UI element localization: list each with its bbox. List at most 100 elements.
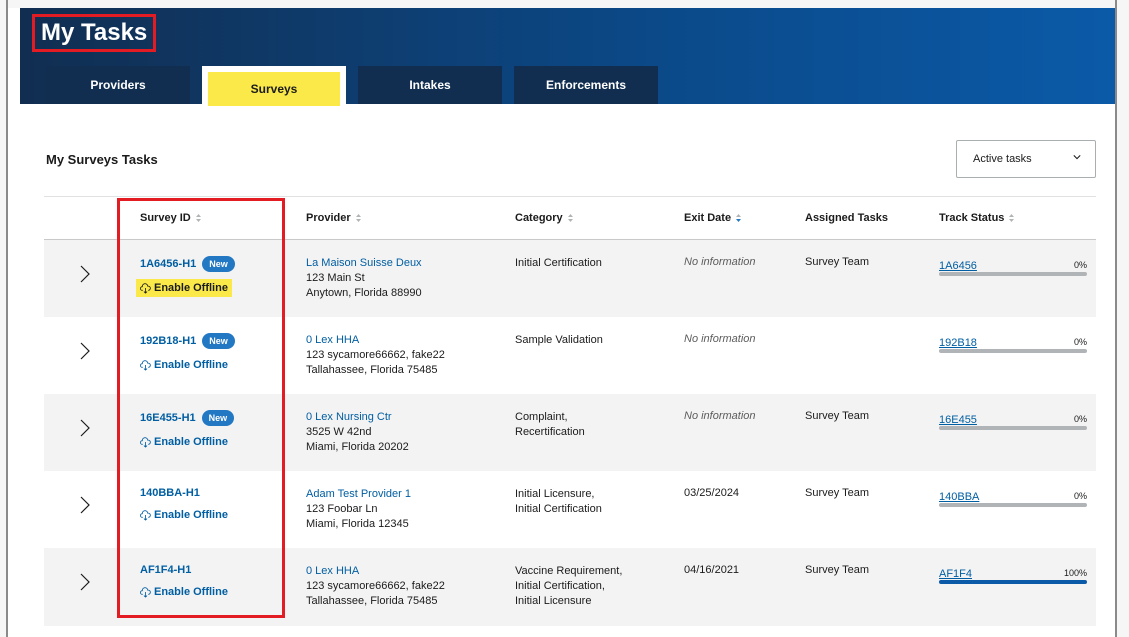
assigned-tasks-cell: Survey Team xyxy=(805,487,869,499)
cloud-download-icon xyxy=(140,509,151,521)
category-cell: Sample Validation xyxy=(515,334,603,346)
chevron-right-icon[interactable] xyxy=(78,495,92,515)
table-row: 16E455-H1 New Enable Offline 0 Lex Nursi… xyxy=(44,394,1096,471)
chevron-right-icon[interactable] xyxy=(78,264,92,284)
provider-address-line1: 123 Foobar Ln xyxy=(306,503,378,515)
assigned-tasks-cell: Survey Team xyxy=(805,564,869,576)
enable-offline-label: Enable Offline xyxy=(154,282,228,294)
provider-name-link[interactable]: 0 Lex Nursing Ctr xyxy=(306,410,409,425)
provider-address-line1: 123 Main St xyxy=(306,272,365,284)
survey-id-link[interactable]: 192B18-H1 xyxy=(140,335,196,347)
provider-address-line2: Tallahassee, Florida 75485 xyxy=(306,595,438,607)
tab-providers[interactable]: Providers xyxy=(46,66,190,104)
survey-id-cell: 192B18-H1 New Enable Offline xyxy=(140,333,235,376)
enable-offline-label: Enable Offline xyxy=(154,436,228,448)
exit-date-cell: 04/16/2021 xyxy=(684,564,740,576)
window-left-edge xyxy=(0,0,8,637)
table-row: 192B18-H1 New Enable Offline 0 Lex HHA 1… xyxy=(44,317,1096,394)
progress-bar xyxy=(939,426,1087,430)
sort-icon xyxy=(355,214,361,222)
progress-bar-fill xyxy=(939,580,1087,584)
tab-surveys-label: Surveys xyxy=(208,72,340,106)
provider-name-link[interactable]: Adam Test Provider 1 xyxy=(306,487,411,502)
survey-id-cell: AF1F4-H1 Enable Offline xyxy=(140,564,232,603)
progress-bar xyxy=(939,503,1087,507)
track-status-link[interactable]: 1A6456 xyxy=(939,260,977,272)
track-percent: 0% xyxy=(1073,414,1087,424)
section-title: My Surveys Tasks xyxy=(46,152,158,167)
surveys-table: Survey ID Provider Category Exit Date As… xyxy=(44,196,1096,626)
provider-cell: La Maison Suisse Deux 123 Main St Anytow… xyxy=(306,256,422,301)
provider-address-line1: 123 sycamore66662, fake22 xyxy=(306,349,445,361)
column-header-provider[interactable]: Provider xyxy=(306,212,362,224)
track-status-link[interactable]: 16E455 xyxy=(939,414,977,426)
progress-bar xyxy=(939,272,1087,276)
provider-cell: 0 Lex Nursing Ctr 3525 W 42nd Miami, Flo… xyxy=(306,410,409,455)
track-percent: 100% xyxy=(1063,568,1087,578)
table-body: 1A6456-H1 New Enable Offline La Maison S… xyxy=(44,240,1096,626)
table-row: AF1F4-H1 Enable Offline 0 Lex HHA 123 sy… xyxy=(44,548,1096,626)
progress-bar xyxy=(939,580,1087,584)
table-row: 140BBA-H1 Enable Offline Adam Test Provi… xyxy=(44,471,1096,548)
column-label: Survey ID xyxy=(140,212,191,224)
column-header-exit-date[interactable]: Exit Date xyxy=(684,212,742,224)
app-window: My Tasks Providers Surveys Intakes Enfor… xyxy=(0,0,1129,637)
track-status-link[interactable]: 192B18 xyxy=(939,337,977,349)
category-cell: Initial Certification xyxy=(515,257,602,269)
enable-offline-button[interactable]: Enable Offline xyxy=(136,356,232,374)
column-header-survey-id[interactable]: Survey ID xyxy=(140,212,202,224)
task-filter-select[interactable]: Active tasks xyxy=(956,140,1096,178)
tab-enforcements[interactable]: Enforcements xyxy=(514,66,658,104)
tab-intakes[interactable]: Intakes xyxy=(358,66,502,104)
provider-name-link[interactable]: 0 Lex HHA xyxy=(306,564,445,579)
table-header: Survey ID Provider Category Exit Date As… xyxy=(44,196,1096,240)
enable-offline-button[interactable]: Enable Offline xyxy=(136,583,232,601)
enable-offline-button[interactable]: Enable Offline xyxy=(136,433,232,451)
track-status-link[interactable]: AF1F4 xyxy=(939,568,972,580)
survey-id-link[interactable]: 140BBA-H1 xyxy=(140,487,200,499)
provider-name-link[interactable]: 0 Lex HHA xyxy=(306,333,445,348)
exit-date-cell: 03/25/2024 xyxy=(684,487,740,499)
provider-address-line1: 123 sycamore66662, fake22 xyxy=(306,580,445,592)
tab-surveys[interactable]: Surveys xyxy=(202,66,346,106)
sort-icon xyxy=(567,214,573,222)
column-label: Assigned Tasks xyxy=(805,212,888,224)
survey-id-cell: 1A6456-H1 New Enable Offline xyxy=(136,256,235,299)
window-right-edge xyxy=(1115,0,1129,637)
page-header: My Tasks Providers Surveys Intakes Enfor… xyxy=(20,8,1115,106)
chevron-right-icon[interactable] xyxy=(78,418,92,438)
column-label: Track Status xyxy=(939,212,1005,224)
track-percent: 0% xyxy=(1073,337,1087,347)
survey-id-cell: 16E455-H1 New Enable Offline xyxy=(140,410,235,453)
cloud-download-icon xyxy=(140,282,151,294)
exit-date-cell: No information xyxy=(684,256,756,268)
column-label: Provider xyxy=(306,212,351,224)
progress-bar xyxy=(939,349,1087,353)
enable-offline-label: Enable Offline xyxy=(154,359,228,371)
enable-offline-label: Enable Offline xyxy=(154,586,228,598)
new-badge: New xyxy=(202,333,235,349)
provider-name-link[interactable]: La Maison Suisse Deux xyxy=(306,256,422,271)
new-badge: New xyxy=(201,410,235,426)
chevron-right-icon[interactable] xyxy=(78,341,92,361)
track-status-link[interactable]: 140BBA xyxy=(939,491,979,503)
survey-id-link[interactable]: 1A6456-H1 xyxy=(140,258,196,270)
column-header-category[interactable]: Category xyxy=(515,212,574,224)
enable-offline-button[interactable]: Enable Offline xyxy=(136,279,232,297)
survey-id-link[interactable]: AF1F4-H1 xyxy=(140,564,191,576)
enable-offline-button[interactable]: Enable Offline xyxy=(136,506,232,524)
provider-address-line2: Tallahassee, Florida 75485 xyxy=(306,364,438,376)
chevron-down-icon xyxy=(1073,155,1081,160)
table-row: 1A6456-H1 New Enable Offline La Maison S… xyxy=(44,240,1096,317)
column-header-track-status[interactable]: Track Status xyxy=(939,212,1015,224)
provider-cell: 0 Lex HHA 123 sycamore66662, fake22 Tall… xyxy=(306,333,445,378)
survey-id-link[interactable]: 16E455-H1 xyxy=(140,412,196,424)
track-status-cell: 192B18 0% xyxy=(939,333,1087,353)
column-label: Category xyxy=(515,212,563,224)
provider-address-line2: Miami, Florida 20202 xyxy=(306,441,409,453)
sort-desc-icon xyxy=(736,214,742,222)
page-title: My Tasks xyxy=(32,14,157,52)
exit-date-cell: No information xyxy=(684,333,756,345)
chevron-right-icon[interactable] xyxy=(78,572,92,592)
assigned-tasks-cell: Survey Team xyxy=(805,256,869,268)
